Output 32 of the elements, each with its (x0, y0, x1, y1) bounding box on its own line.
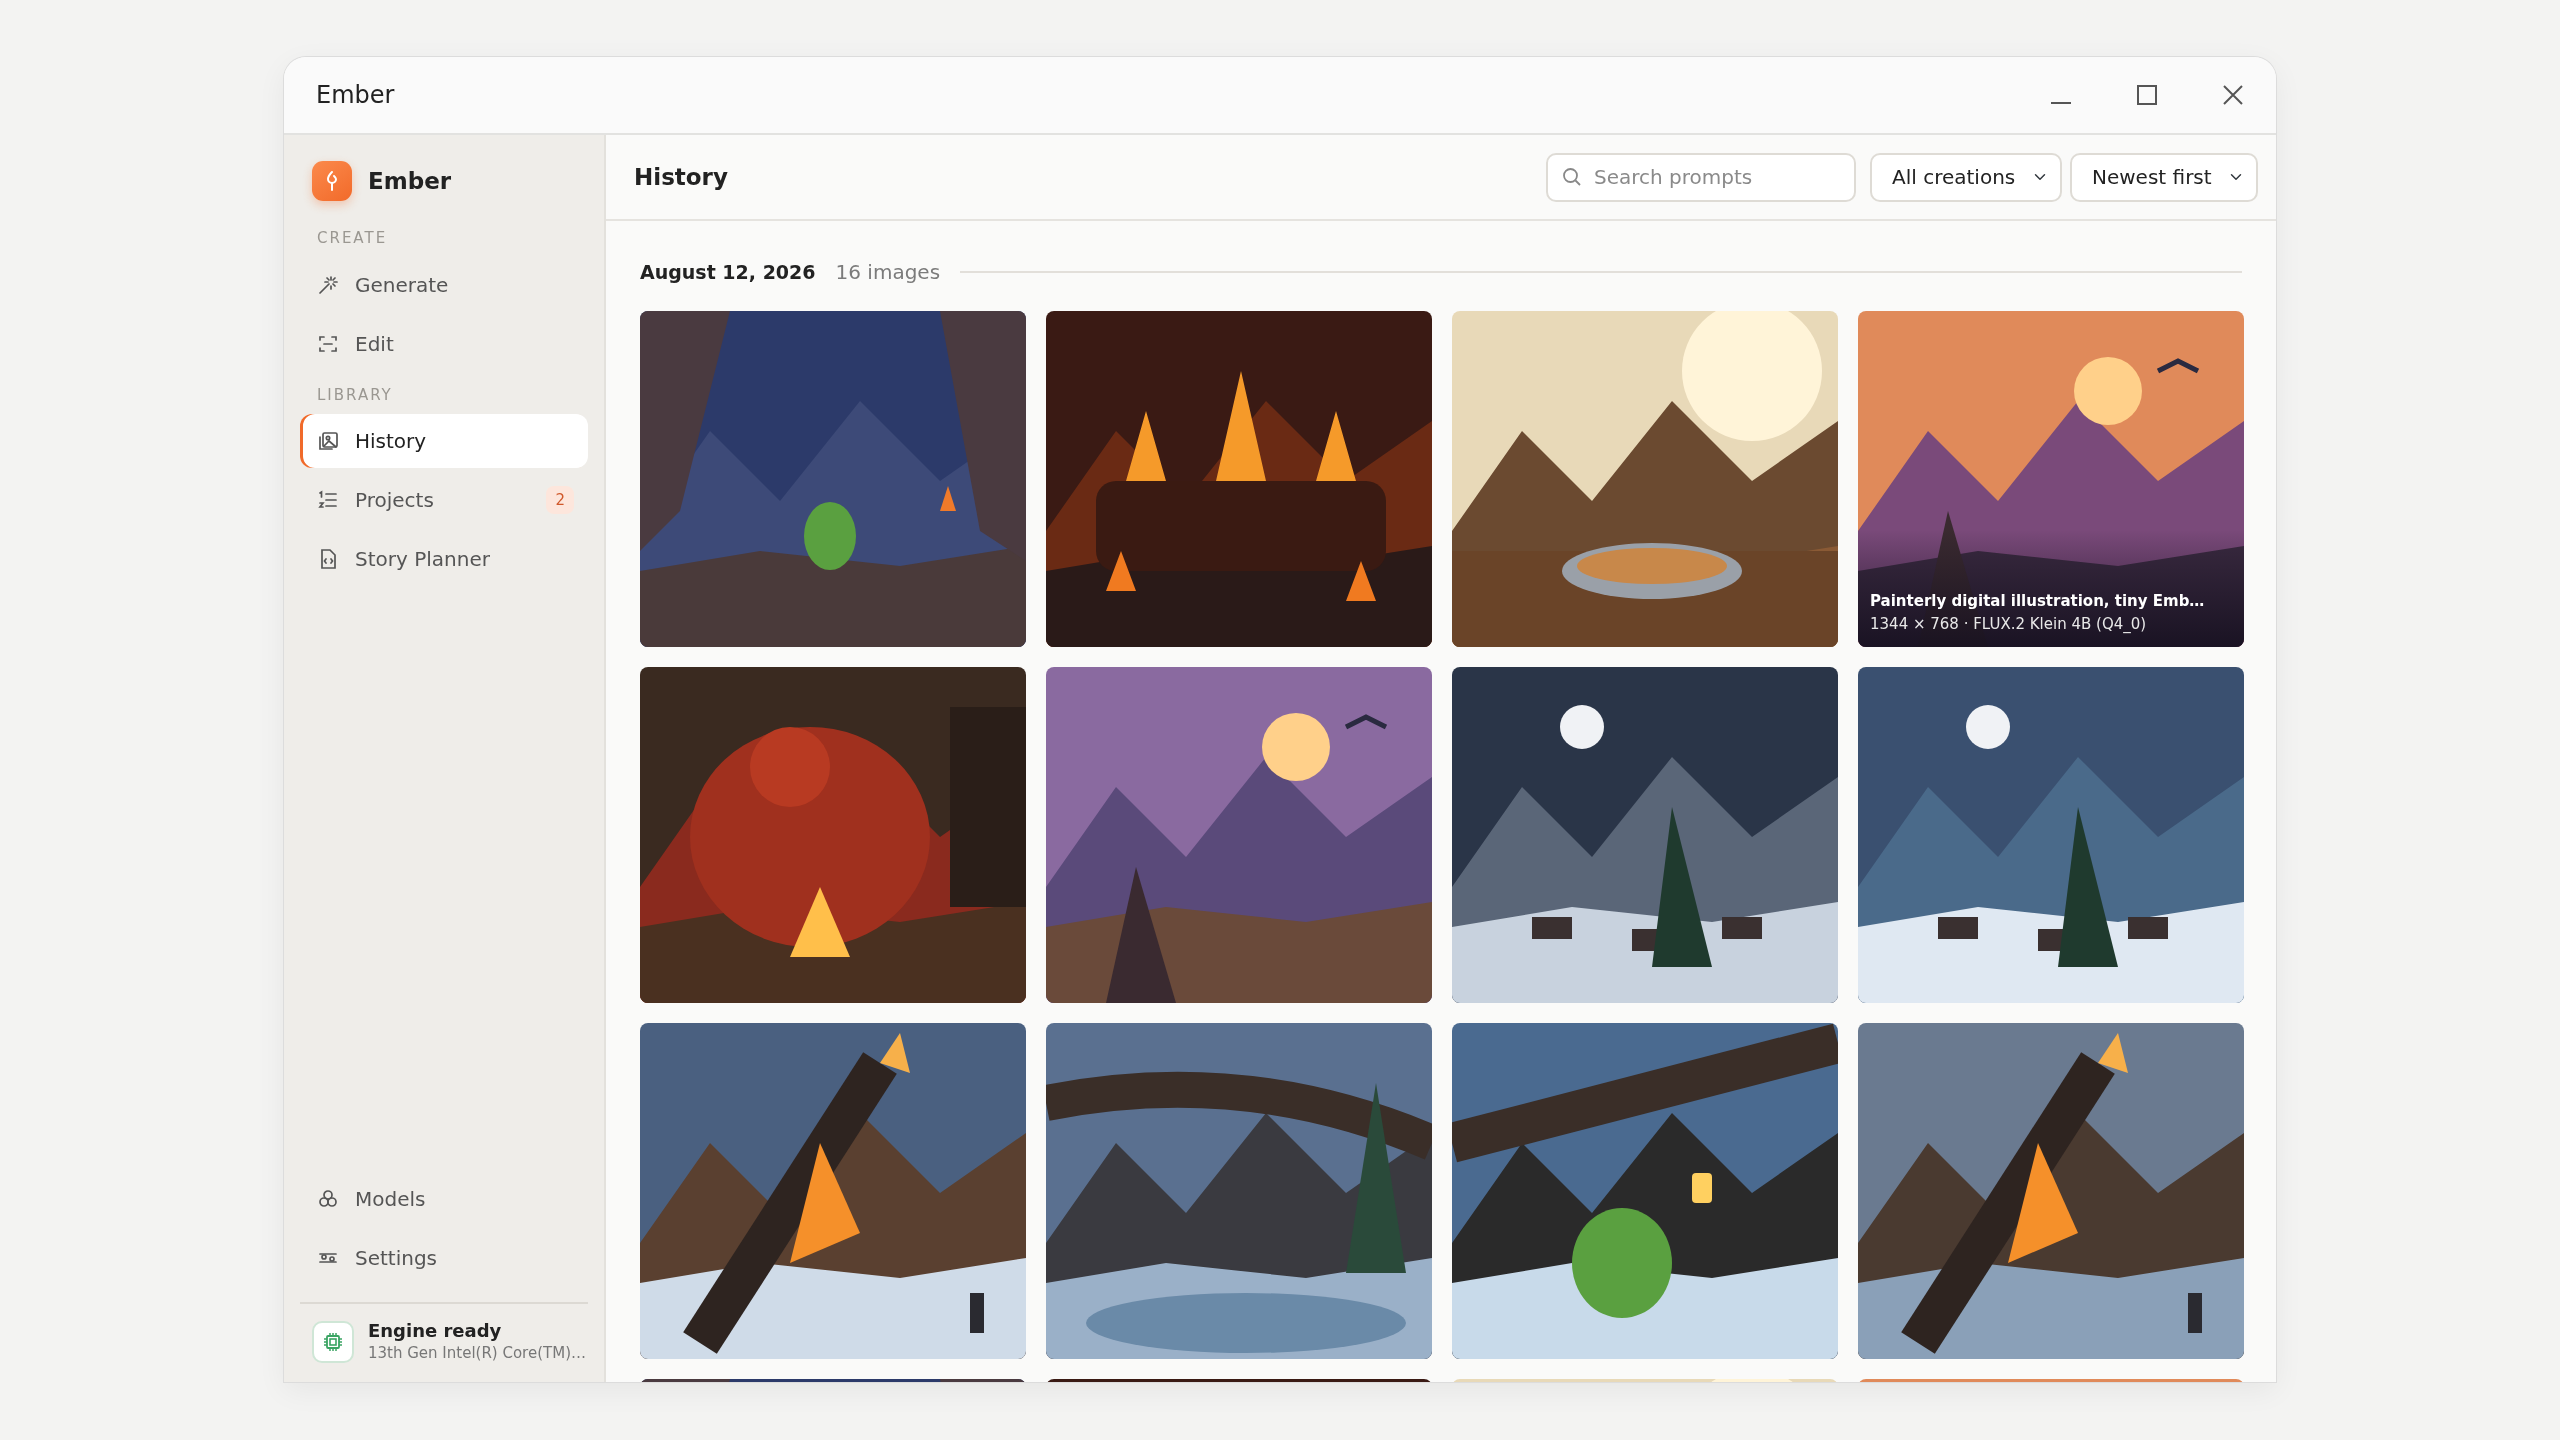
count-badge: 2 (546, 485, 574, 515)
filter-dropdown[interactable]: All creations (1870, 152, 2062, 202)
image-prompt: Painterly digital illustration, tiny Emb… (1870, 591, 2205, 612)
engine-status: Engine ready (368, 1319, 503, 1342)
section-label: LIBRARY (316, 384, 394, 406)
chip-icon (312, 1320, 354, 1363)
close-icon (2222, 84, 2244, 106)
section-label: CREATE (316, 228, 389, 249)
sidebar-item[interactable]: Projects 2 (300, 473, 588, 527)
list-icon (317, 489, 339, 511)
search-field[interactable]: Search prompts (1546, 152, 1856, 202)
device-name: 13th Gen Intel(R) Core(TM)… (368, 1342, 586, 1364)
circles-icon (317, 1187, 339, 1210)
maximize-icon (2137, 85, 2157, 105)
image-details: 1344 × 768 · FLUX.2 Klein 4B (Q4_0) (1870, 613, 2148, 635)
minimize-icon (2051, 102, 2071, 104)
image-count: 16 images (835, 259, 941, 286)
brand-name: Ember (368, 166, 452, 196)
sidebar-item[interactable]: Edit (300, 316, 588, 371)
sidebar-item[interactable]: Generate (300, 257, 588, 312)
images-icon (317, 430, 339, 452)
date-heading: August 12, 2026 (640, 259, 816, 285)
wand-icon (317, 273, 339, 296)
search-icon (1562, 166, 1582, 187)
window-title: Ember (316, 80, 396, 111)
sidebar-item[interactable]: Story Planner (300, 532, 588, 586)
filter-dropdown[interactable]: Newest first (2070, 152, 2258, 202)
page-title: History (634, 162, 729, 192)
sidebar-item[interactable]: Models (300, 1171, 588, 1226)
sidebar-item[interactable]: History (300, 414, 588, 468)
logo-icon (312, 161, 352, 201)
sidebar-item[interactable]: Settings (300, 1230, 588, 1285)
